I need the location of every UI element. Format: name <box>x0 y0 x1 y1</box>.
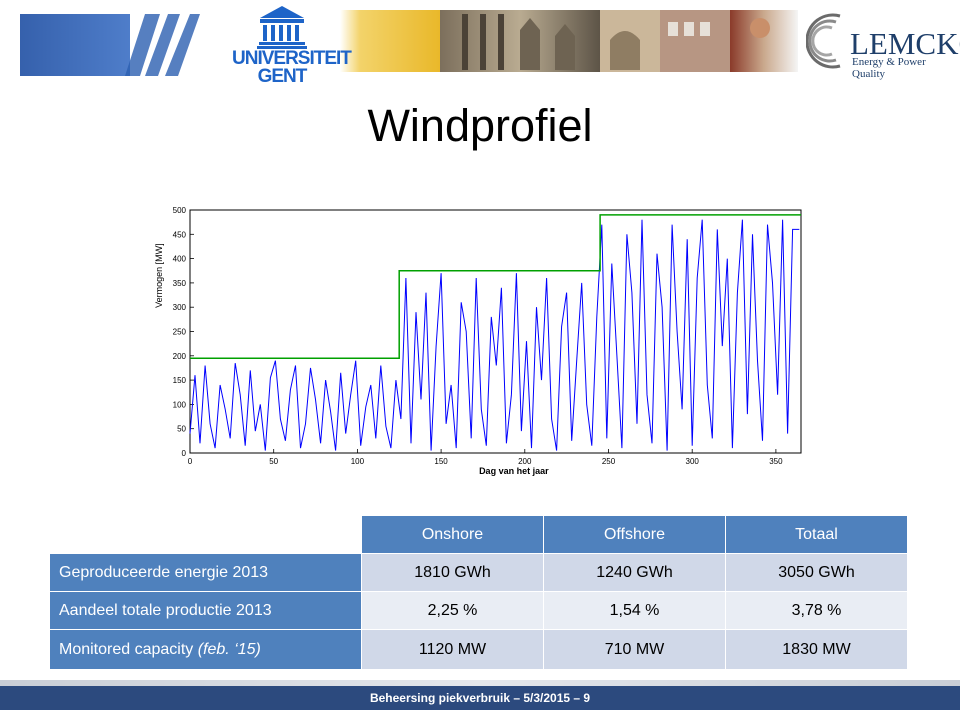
row-label-text: Monitored capacity <box>59 640 198 658</box>
slide-footer: Beheersing piekverbruik – 5/3/2015 – 9 <box>0 686 960 710</box>
table-row-label: Aandeel totale productie 2013 <box>50 592 361 629</box>
table-cell: 1810 GWh <box>362 554 543 591</box>
university-name: UNIVERSITEIT GENT <box>232 49 352 87</box>
y-tick-label: 100 <box>173 400 187 409</box>
table-cell: 3,78 % <box>726 592 907 629</box>
table-cell: 1120 MW <box>362 630 543 669</box>
y-tick-label: 250 <box>173 328 187 337</box>
x-tick-label: 350 <box>769 457 783 466</box>
lemcko-logo: LEMCKO Energy & Power Quality <box>806 8 960 80</box>
y-axis-label: Vermogen [MW] <box>154 243 164 308</box>
table-header-totaal: Totaal <box>726 516 907 553</box>
table-header-empty <box>50 516 361 553</box>
company-tagline: Energy & Power Quality <box>852 56 926 80</box>
table-cell: 1830 MW <box>726 630 907 669</box>
wind-energy-table: Onshore Offshore Totaal Geproduceerde en… <box>50 516 907 669</box>
y-tick-label: 200 <box>173 352 187 361</box>
footer-text: Beheersing piekverbruik – 5/3/2015 – 9 <box>369 691 591 705</box>
y-tick-label: 50 <box>177 425 186 434</box>
university-name-line2: GENT <box>257 66 308 87</box>
row-label-extra: (feb. ‘15) <box>197 640 261 658</box>
table-cell: 1,54 % <box>544 592 725 629</box>
table-cell: 1240 GWh <box>544 554 725 591</box>
x-tick-label: 250 <box>602 457 616 466</box>
x-tick-label: 200 <box>518 457 532 466</box>
table-cell: 710 MW <box>544 630 725 669</box>
y-tick-label: 450 <box>173 230 187 239</box>
table-header-offshore: Offshore <box>544 516 725 553</box>
x-tick-label: 0 <box>188 457 193 466</box>
y-tick-label: 0 <box>182 449 187 458</box>
x-tick-label: 50 <box>269 457 278 466</box>
y-tick-label: 300 <box>173 303 187 312</box>
lemcko-swirl-icon <box>806 13 841 69</box>
y-tick-label: 150 <box>173 376 187 385</box>
header-banner: UNIVERSITEIT GENT LEMCKO Energy & Power … <box>0 0 960 96</box>
table-cell: 3050 GWh <box>726 554 907 591</box>
plot-area <box>189 209 802 454</box>
universiteit-gent-logo: UNIVERSITEIT GENT <box>232 2 352 92</box>
x-tick-label: 150 <box>434 457 448 466</box>
table-header-onshore: Onshore <box>362 516 543 553</box>
table-cell: 2,25 % <box>362 592 543 629</box>
x-axis-label: Dag van het jaar <box>479 466 549 476</box>
university-building-icon <box>257 6 307 49</box>
wind-power-chart: 0 50 100 150 200 250 300 350 400 450 500 0 50 100 150… <box>154 206 802 476</box>
x-tick-label: 100 <box>351 457 365 466</box>
y-tick-label: 400 <box>173 255 187 264</box>
table-row-label: Geproduceerde energie 2013 <box>50 554 361 591</box>
y-tick-label: 500 <box>173 206 187 215</box>
table-row-label: Monitored capacity (feb. ‘15) <box>50 630 361 669</box>
x-tick-label: 300 <box>686 457 700 466</box>
y-tick-label: 350 <box>173 279 187 288</box>
slide-title: Windprofiel <box>367 100 593 151</box>
